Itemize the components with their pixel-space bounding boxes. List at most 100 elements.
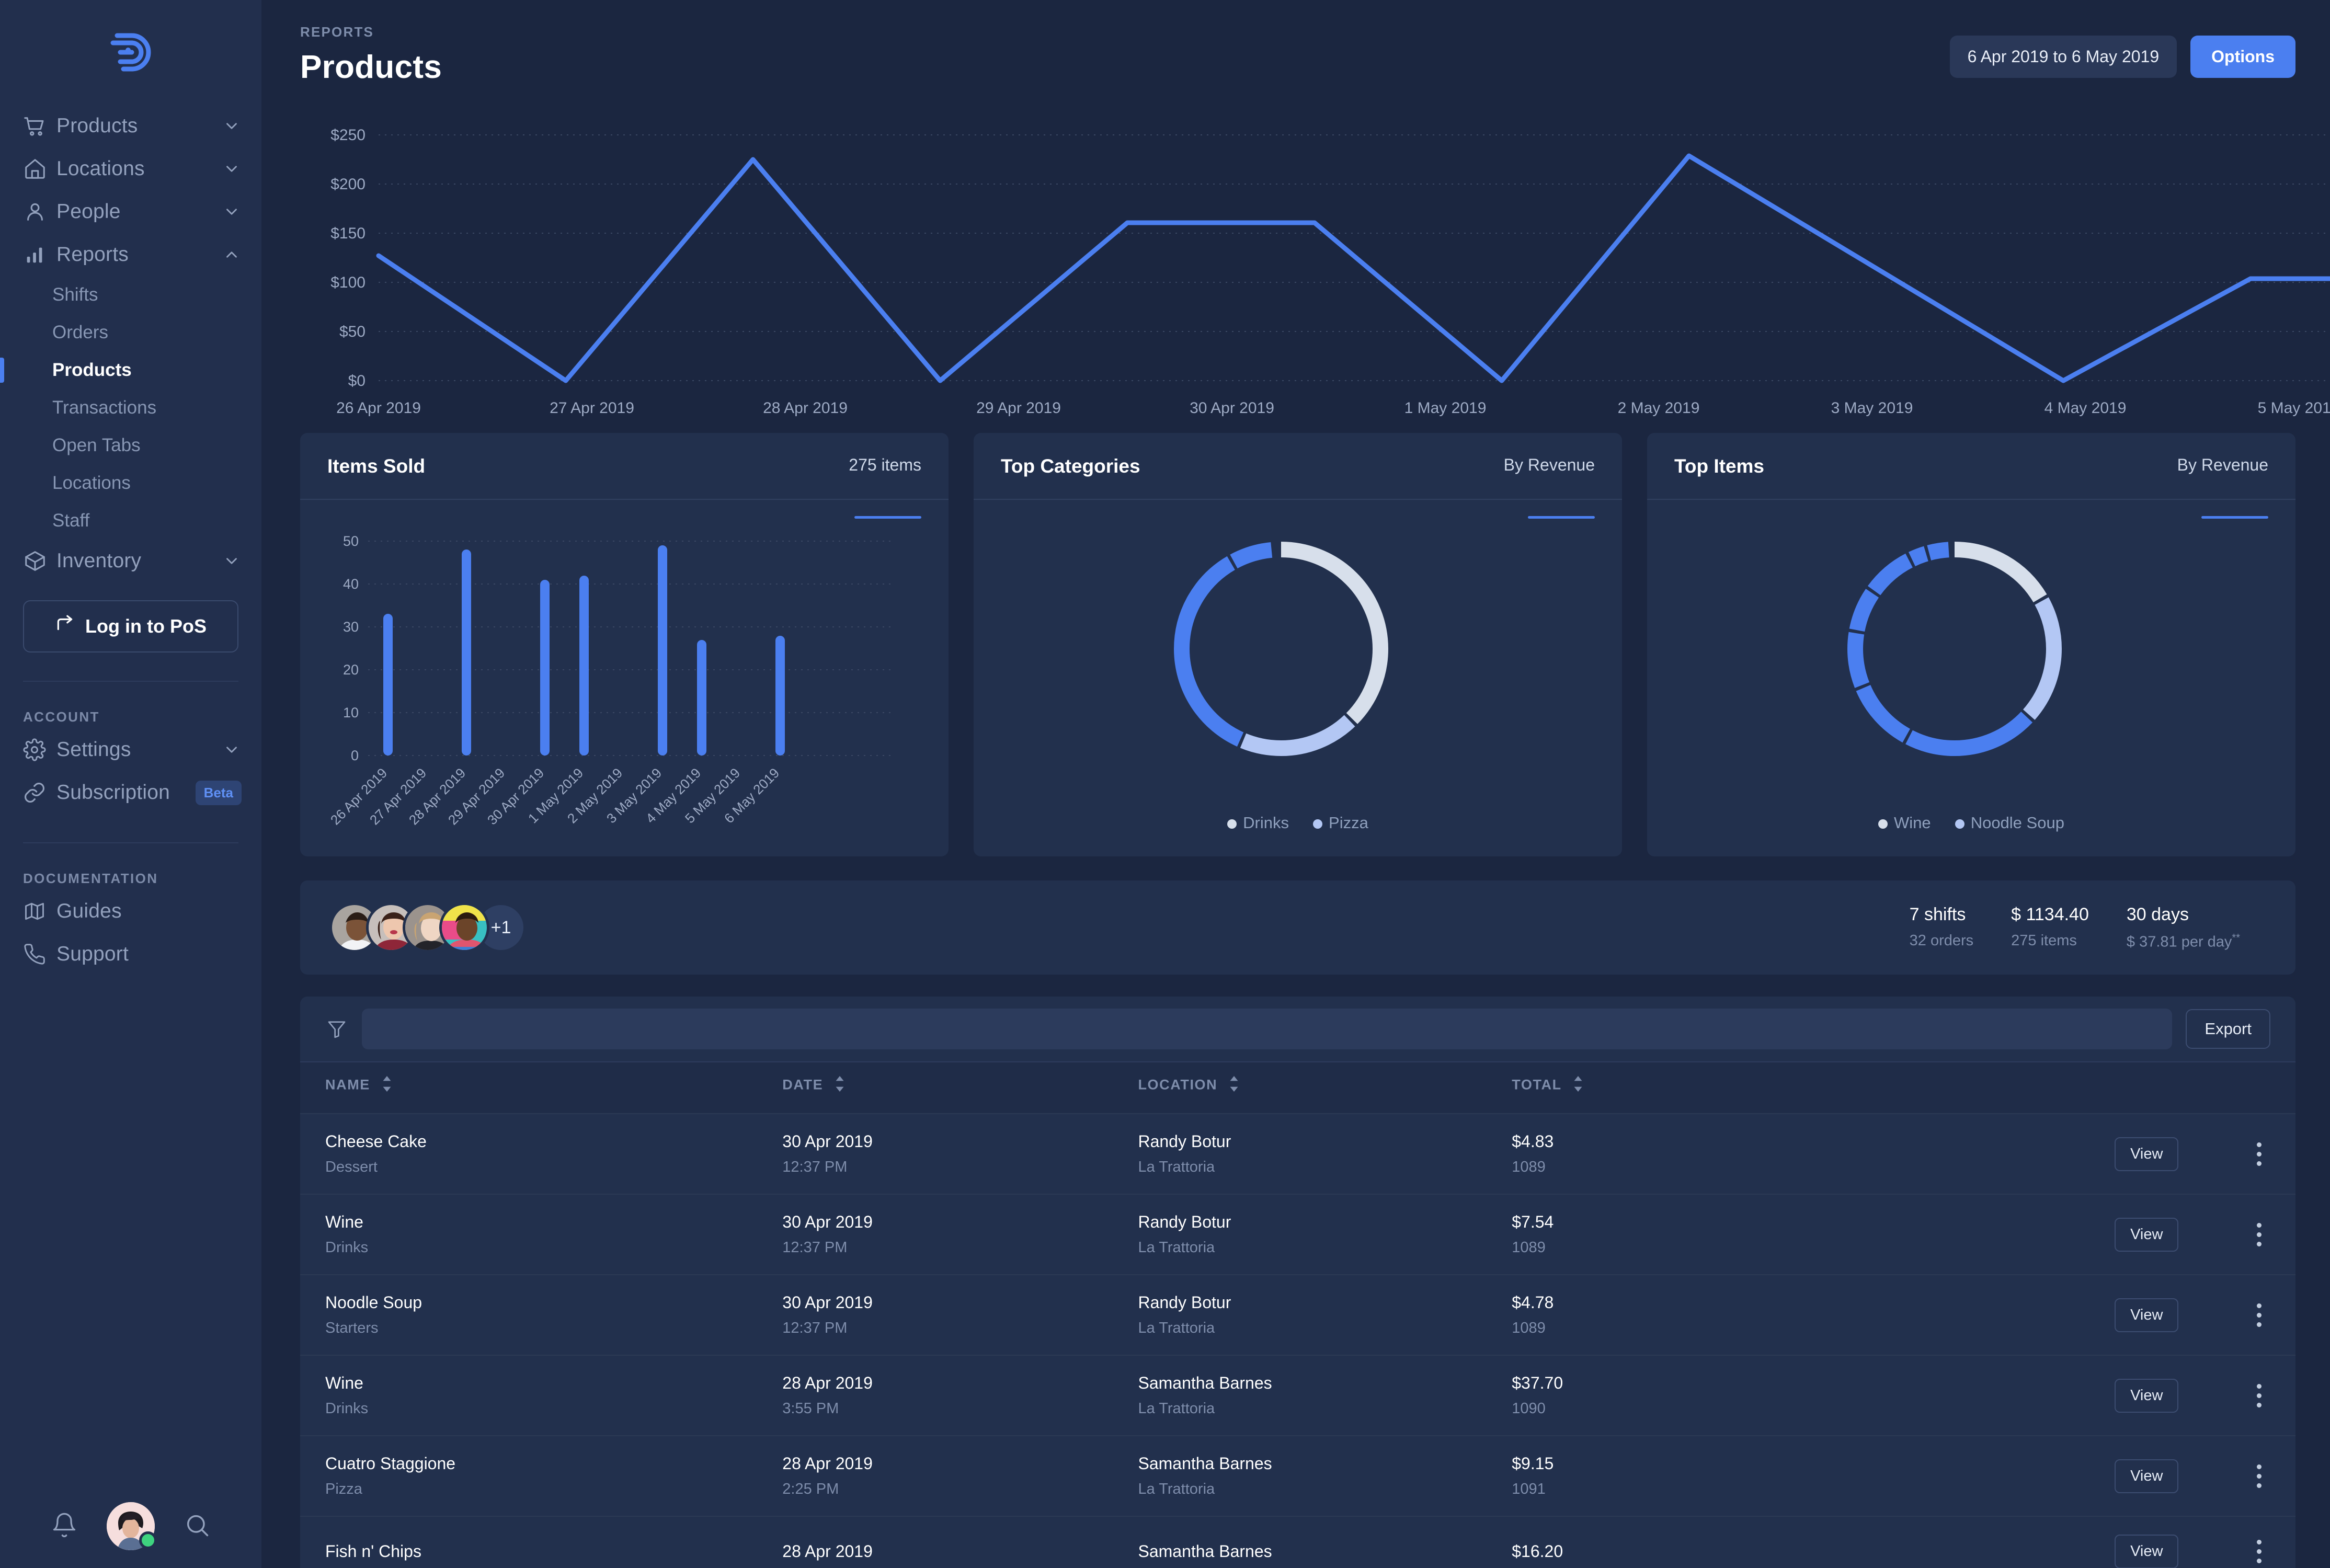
view-button[interactable]: View xyxy=(2115,1298,2179,1332)
sidebar-item-settings[interactable]: Settings xyxy=(0,728,261,771)
cell-total: $37.70 xyxy=(1512,1374,1563,1392)
chevron-down-icon[interactable] xyxy=(222,740,242,760)
cell-venue: La Trattoria xyxy=(1138,1239,1215,1256)
cell-venue: La Trattoria xyxy=(1138,1400,1215,1417)
logo-container[interactable] xyxy=(0,0,261,105)
funnel-icon[interactable] xyxy=(325,1018,348,1039)
view-button[interactable]: View xyxy=(2115,1217,2179,1252)
more-options-icon[interactable] xyxy=(2257,1303,2262,1327)
tab-by-revenue[interactable]: By Revenue xyxy=(2177,455,2268,478)
main-content: REPORTS Products 6 Apr 2019 to 6 May 201… xyxy=(261,0,2330,1568)
sidebar-item-open-tabs[interactable]: Open Tabs xyxy=(0,427,261,464)
avatar[interactable] xyxy=(439,902,489,953)
arrow-exit-icon xyxy=(55,614,75,639)
column-header-actions xyxy=(2115,1061,2223,1114)
sort-arrows-icon xyxy=(1228,1076,1240,1095)
sidebar-item-orders[interactable]: Orders xyxy=(0,314,261,351)
options-button[interactable]: Options xyxy=(2190,36,2295,78)
table-toolbar: Export xyxy=(300,997,2295,1061)
chevron-up-icon[interactable] xyxy=(222,245,242,265)
more-options-icon[interactable] xyxy=(2257,1222,2262,1246)
cell-order-id: 1090 xyxy=(1512,1400,1546,1417)
search-icon[interactable] xyxy=(184,1512,211,1541)
sidebar-item-products[interactable]: Products xyxy=(0,105,261,147)
more-options-icon[interactable] xyxy=(2257,1540,2262,1563)
sidebar-item-staff[interactable]: Staff xyxy=(0,502,261,540)
page-title: Products xyxy=(300,49,442,85)
sidebar-item-label: Products xyxy=(56,115,138,137)
card-title: Top Items xyxy=(1674,455,1764,477)
table-row[interactable]: Fish n' Chips 28 Apr 2019 Samantha Barne… xyxy=(300,1516,2295,1568)
card-header: Items Sold 275 items xyxy=(300,433,949,519)
table-row[interactable]: Cuatro Staggione Pizza 28 Apr 2019 2:25 PM… xyxy=(300,1435,2295,1516)
sidebar-item-reports[interactable]: Reports xyxy=(0,233,261,276)
sidebar-item-label: Reports xyxy=(56,243,129,266)
app-root: Products Locations People Reports Shifts… xyxy=(0,0,2330,1568)
sidebar-subitem-label: Transactions xyxy=(52,397,157,418)
cell-time: 3:55 PM xyxy=(782,1400,839,1417)
table-row[interactable]: Wine Drinks 28 Apr 2019 3:55 PM Samantha B… xyxy=(300,1355,2295,1436)
more-options-icon[interactable] xyxy=(2257,1142,2262,1166)
export-button[interactable]: Export xyxy=(2186,1009,2270,1049)
view-button[interactable]: View xyxy=(2115,1459,2179,1493)
page-header: REPORTS Products 6 Apr 2019 to 6 May 201… xyxy=(261,0,2330,86)
status-badge: Beta xyxy=(195,780,242,805)
sort-arrows-icon xyxy=(1572,1076,1584,1095)
cell-name: Cheese Cake xyxy=(325,1132,427,1151)
cell-name: Wine xyxy=(325,1374,363,1392)
cell-order-id: 1091 xyxy=(1512,1481,1546,1497)
cell-total: $7.54 xyxy=(1512,1212,1554,1231)
avatar-group[interactable]: +1 xyxy=(329,902,526,953)
table-row[interactable]: Wine Drinks 30 Apr 2019 12:37 PM Randy Bot… xyxy=(300,1194,2295,1275)
avatar[interactable] xyxy=(106,1502,157,1550)
card-body: Wine Noodle Soup xyxy=(1647,500,2295,856)
cell-name: Wine xyxy=(325,1212,363,1231)
tab-by-revenue[interactable]: By Revenue xyxy=(1504,455,1595,478)
search-input[interactable] xyxy=(362,1009,2173,1049)
sidebar-item-inventory[interactable]: Inventory xyxy=(0,540,261,582)
column-header-date[interactable]: DATE xyxy=(782,1061,1138,1114)
table-header: NAME DATE LOCATION TOTAL xyxy=(300,1061,2295,1114)
view-button[interactable]: View xyxy=(2115,1535,2179,1568)
more-options-icon[interactable] xyxy=(2257,1383,2262,1407)
sidebar-item-label: Guides xyxy=(56,900,122,922)
table-row[interactable]: Cheese Cake Dessert 30 Apr 2019 12:37 PM R… xyxy=(300,1113,2295,1194)
column-header-menu xyxy=(2223,1061,2295,1114)
card-body: Drinks Pizza xyxy=(974,500,1622,856)
more-options-icon[interactable] xyxy=(2257,1464,2262,1488)
bell-icon[interactable] xyxy=(51,1512,78,1541)
sidebar-item-products-report[interactable]: Products xyxy=(0,351,261,389)
view-button[interactable]: View xyxy=(2115,1378,2179,1413)
header-actions: 6 Apr 2019 to 6 May 2019 Options xyxy=(1949,24,2295,78)
table-body: Cheese Cake Dessert 30 Apr 2019 12:37 PM R… xyxy=(300,1113,2295,1568)
sidebar-item-locations[interactable]: Locations xyxy=(0,147,261,190)
products-table-panel: Export NAME DATE LOCATION TOTAL Cheese C… xyxy=(300,997,2295,1568)
sidebar-item-shifts[interactable]: Shifts xyxy=(0,276,261,314)
sidebar-subitem-label: Staff xyxy=(52,510,90,531)
y-tick-label: 0 xyxy=(351,748,359,763)
column-header-location[interactable]: LOCATION xyxy=(1138,1061,1512,1114)
chevron-down-icon[interactable] xyxy=(222,202,242,222)
chevron-down-icon[interactable] xyxy=(222,159,242,179)
chevron-down-icon[interactable] xyxy=(222,551,242,571)
sidebar-item-subscription[interactable]: Subscription Beta xyxy=(0,771,261,814)
sidebar-item-people[interactable]: People xyxy=(0,190,261,233)
date-range-picker[interactable]: 6 Apr 2019 to 6 May 2019 xyxy=(1949,36,2177,78)
sidebar-item-support[interactable]: Support xyxy=(0,933,261,976)
sidebar-footer xyxy=(0,1484,261,1568)
cell-date: 30 Apr 2019 xyxy=(782,1132,873,1151)
login-to-pos-button[interactable]: Log in to PoS xyxy=(23,600,238,653)
cell-date: 28 Apr 2019 xyxy=(782,1454,873,1473)
chevron-down-icon[interactable] xyxy=(222,116,242,136)
sidebar-item-guides[interactable]: Guides xyxy=(0,890,261,933)
cell-location: Randy Botur xyxy=(1138,1212,1231,1231)
view-button[interactable]: View xyxy=(2115,1137,2179,1171)
x-tick-label: 28 Apr 2019 xyxy=(763,399,848,417)
sidebar-item-locations-report[interactable]: Locations xyxy=(0,464,261,502)
column-header-total[interactable]: TOTAL xyxy=(1512,1061,2115,1114)
column-header-name[interactable]: NAME xyxy=(300,1061,783,1114)
sort-arrows-icon xyxy=(834,1076,846,1095)
stat-days: 30 days $ 37.81 per day** xyxy=(2126,904,2240,951)
sidebar-item-transactions[interactable]: Transactions xyxy=(0,389,261,427)
table-row[interactable]: Noodle Soup Starters 30 Apr 2019 12:37 PM … xyxy=(300,1274,2295,1355)
